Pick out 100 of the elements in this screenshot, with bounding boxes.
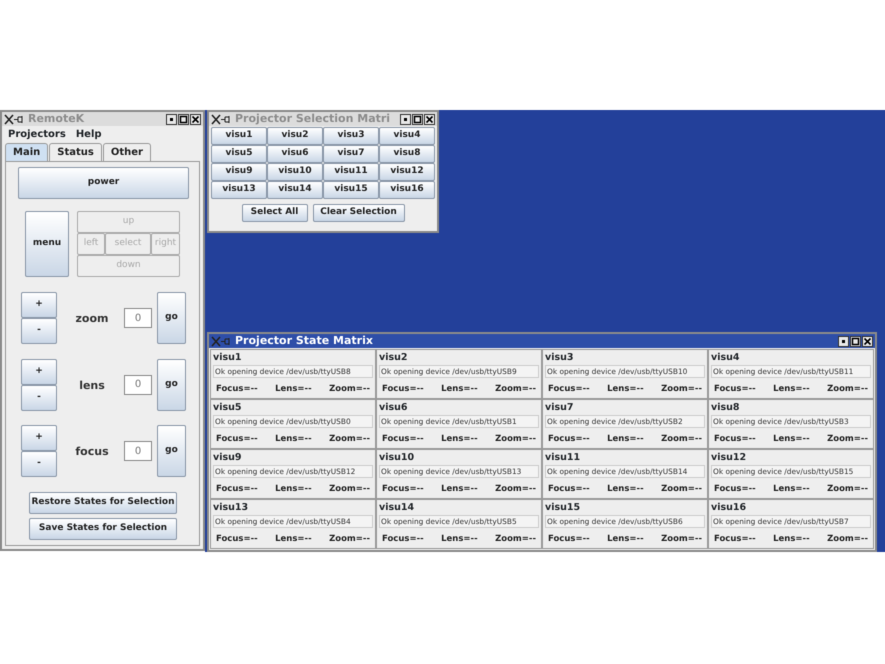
projector-button[interactable]: visu7	[323, 145, 379, 163]
close-button[interactable]	[424, 114, 435, 124]
projector-button[interactable]: visu10	[267, 163, 323, 181]
maximize-button[interactable]	[412, 114, 423, 124]
action-button[interactable]: Clear Selection	[312, 204, 404, 222]
reading: Focus=--	[714, 483, 756, 496]
projector-button[interactable]: visu2	[267, 127, 323, 145]
maximize-button[interactable]	[850, 336, 861, 346]
reading: Lens=--	[773, 433, 810, 446]
close-button[interactable]	[862, 336, 873, 346]
reading: Lens=--	[773, 383, 810, 396]
minimize-button[interactable]	[838, 336, 849, 346]
projector-name: visu13	[213, 501, 250, 515]
projector-button[interactable]: visu5	[211, 145, 267, 163]
reading: Focus=--	[382, 383, 424, 396]
reading: Focus=--	[548, 383, 590, 396]
reading: Focus=--	[216, 483, 258, 496]
tab[interactable]: Other	[102, 143, 151, 161]
projector-name: visu9	[213, 451, 242, 465]
reading: Zoom=--	[329, 383, 370, 396]
action-button[interactable]: Save States for Selection	[29, 518, 177, 540]
reading: Focus=--	[714, 533, 756, 546]
reading: Zoom=--	[661, 433, 702, 446]
value-field[interactable]: 0	[124, 441, 152, 461]
value-field[interactable]: 0	[124, 374, 152, 394]
projector-name: visu4	[711, 351, 740, 365]
close-icon	[863, 336, 872, 346]
reading: Focus=--	[548, 433, 590, 446]
reading: Focus=--	[216, 383, 258, 396]
projector-name: visu7	[545, 401, 574, 415]
projector-name: visu8	[711, 401, 740, 415]
reading: Zoom=--	[661, 383, 702, 396]
minus-button[interactable]: -	[21, 451, 57, 477]
tab[interactable]: Status	[49, 143, 102, 161]
close-button[interactable]	[190, 114, 201, 124]
projector-button[interactable]: visu13	[211, 181, 267, 199]
projector-name: visu16	[711, 501, 748, 515]
projector-name: visu10	[379, 451, 416, 465]
maximize-button[interactable]	[178, 114, 189, 124]
plus-button[interactable]: +	[21, 292, 57, 318]
minimize-button[interactable]	[166, 114, 177, 124]
projector-button[interactable]: visu6	[267, 145, 323, 163]
tab[interactable]: Main	[5, 143, 48, 161]
projector-button[interactable]: visu11	[323, 163, 379, 181]
menu-item[interactable]: Help	[76, 127, 102, 140]
go-button[interactable]: go	[157, 358, 186, 410]
adjuster-label: focus	[74, 444, 110, 458]
projector-name: visu11	[545, 451, 582, 465]
reading: Lens=--	[275, 533, 312, 546]
reading: Focus=--	[382, 483, 424, 496]
reading: Zoom=--	[827, 383, 868, 396]
adjuster-label: lens	[78, 378, 106, 392]
window-title: Projector Selection Matri	[235, 112, 390, 126]
projector-button[interactable]: visu3	[323, 127, 379, 145]
projector-button[interactable]: visu8	[379, 145, 435, 163]
menu-item[interactable]: Projectors	[8, 127, 66, 140]
projector-name: visu5	[213, 401, 242, 415]
plus-button[interactable]: +	[21, 358, 57, 384]
projector-button[interactable]: visu14	[267, 181, 323, 199]
value-field[interactable]: 0	[124, 308, 152, 328]
plus-button[interactable]: +	[21, 425, 57, 451]
projector-button[interactable]: visu15	[323, 181, 379, 199]
reading: Lens=--	[275, 433, 312, 446]
menu-button[interactable]: menu	[25, 211, 69, 277]
reading: Lens=--	[441, 483, 478, 496]
reading: Zoom=--	[495, 483, 536, 496]
reading: Zoom=--	[661, 533, 702, 546]
go-button[interactable]: go	[157, 292, 186, 344]
reading: Lens=--	[773, 483, 810, 496]
reading: Focus=--	[714, 433, 756, 446]
reading: Lens=--	[441, 433, 478, 446]
minimize-button[interactable]	[400, 114, 411, 124]
projector-button[interactable]: visu1	[211, 127, 267, 145]
window-title: Projector State Matrix	[235, 334, 373, 348]
projector-name: visu14	[379, 501, 416, 515]
projector-button[interactable]: visu9	[211, 163, 267, 181]
reading: Zoom=--	[329, 533, 370, 546]
minus-button[interactable]: -	[21, 318, 57, 344]
action-button[interactable]: Restore States for Selection	[29, 492, 177, 514]
reading: Focus=--	[548, 483, 590, 496]
projector-button[interactable]: visu12	[379, 163, 435, 181]
projector-name: visu1	[213, 351, 242, 365]
go-button[interactable]: go	[157, 425, 186, 477]
reading: Zoom=--	[827, 433, 868, 446]
minus-button[interactable]: -	[21, 384, 57, 410]
reading: Zoom=--	[827, 533, 868, 546]
reading: Lens=--	[607, 383, 644, 396]
reading: Focus=--	[548, 533, 590, 546]
reading: Lens=--	[275, 383, 312, 396]
power-button[interactable]: power	[18, 167, 189, 199]
projector-name: visu3	[545, 351, 574, 365]
reading: Lens=--	[607, 483, 644, 496]
action-button[interactable]: Select All	[242, 204, 308, 222]
projector-button[interactable]: visu16	[379, 181, 435, 199]
projector-name: visu2	[379, 351, 408, 365]
reading: Lens=--	[441, 533, 478, 546]
reading: Lens=--	[441, 383, 478, 396]
reading: Lens=--	[275, 483, 312, 496]
projector-button[interactable]: visu4	[379, 127, 435, 145]
projector-name: visu12	[711, 451, 748, 465]
